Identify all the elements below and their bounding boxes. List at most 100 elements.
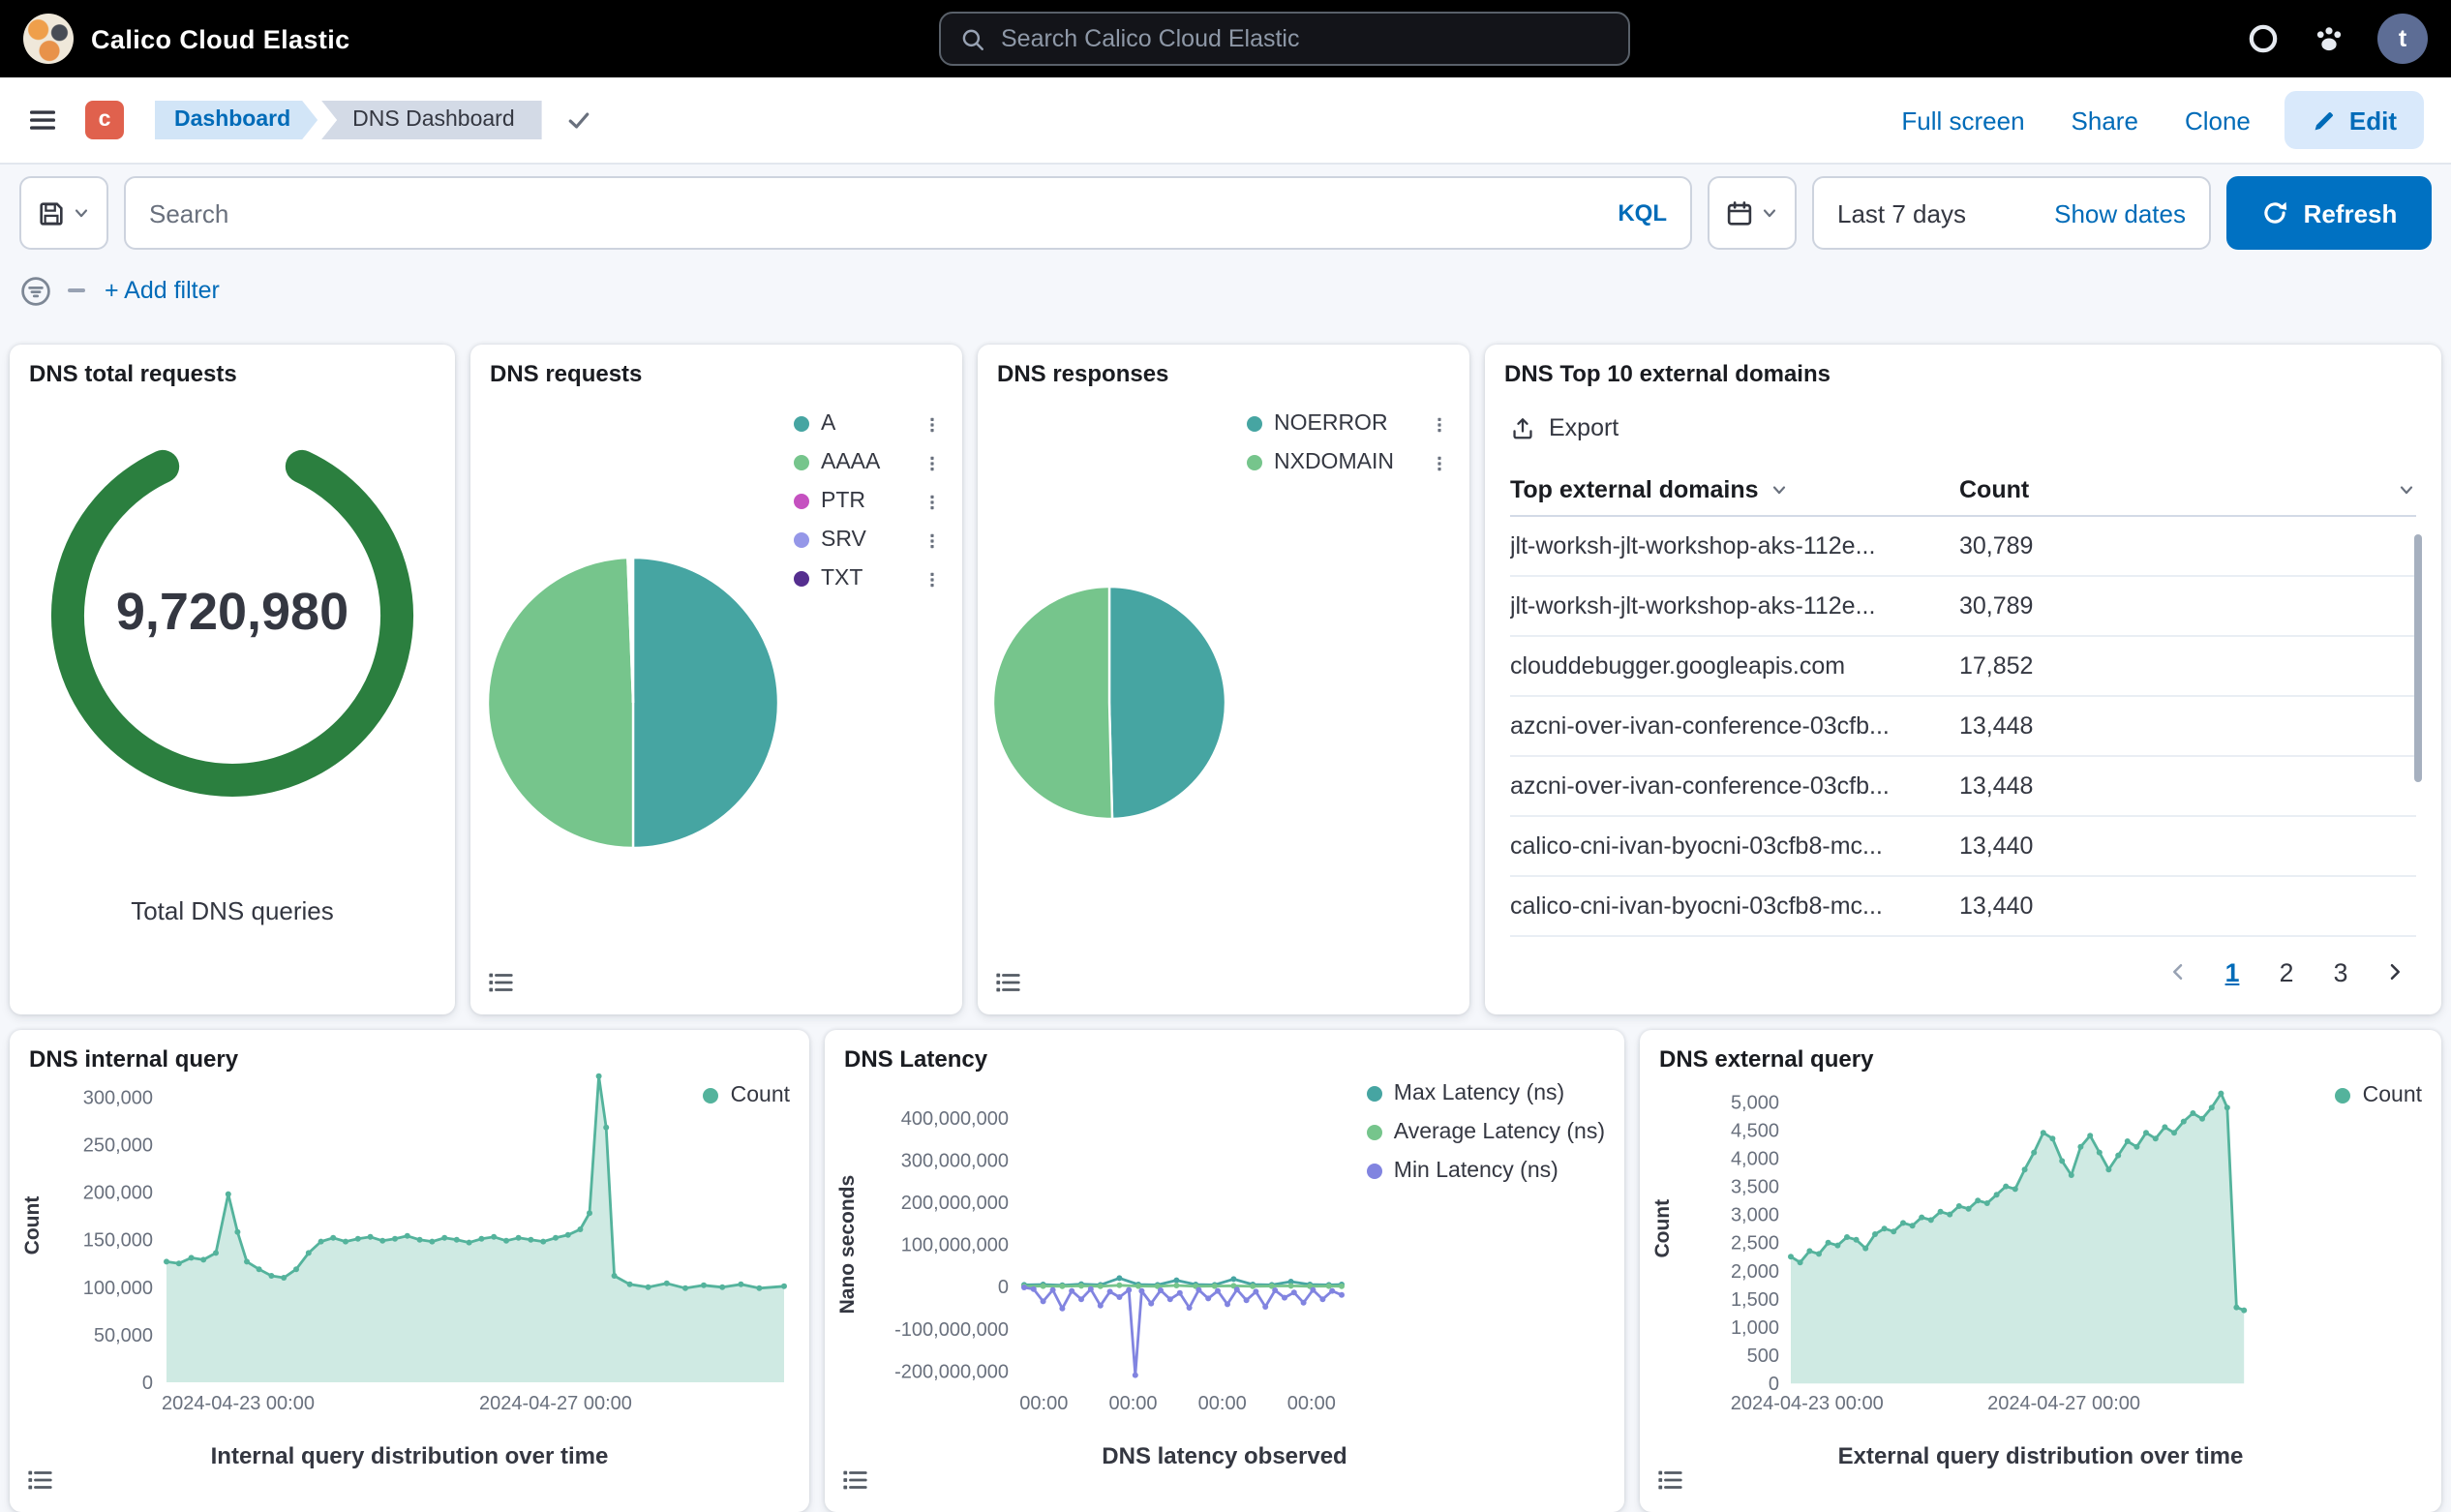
data-point [176,1260,182,1266]
pagination-page-2[interactable]: 2 [2263,949,2310,995]
list-icon-button[interactable] [486,968,515,997]
space-badge[interactable]: c [85,101,124,139]
data-point [627,1282,633,1287]
legend-item-Max Latency (ns)[interactable]: Max Latency (ns) [1367,1074,1605,1113]
series-menu-icon[interactable] [923,570,941,588]
list-icon-button[interactable] [840,1466,869,1495]
legend-item-Average Latency (ns)[interactable]: Average Latency (ns) [1367,1113,1605,1152]
kql-search-input[interactable] [149,198,1602,227]
legend-item-TXT[interactable]: TXT [794,559,941,598]
table-scrollbar[interactable] [2414,534,2422,782]
edit-button[interactable]: Edit [2285,91,2424,149]
panel-dns-external-query: DNS external query Count05001,0001,5002,… [1640,1030,2441,1512]
legend-item-Count[interactable]: Count [2336,1076,2422,1115]
time-range-value[interactable]: Last 7 days [1837,198,1966,227]
data-point [2069,1172,2074,1178]
data-point [1177,1290,1183,1296]
y-tick-label: 1,500 [1731,1289,1779,1311]
series-menu-icon[interactable] [923,531,941,549]
date-picker-button[interactable] [1708,176,1797,250]
list-icon-button[interactable] [1655,1466,1684,1495]
refresh-button[interactable]: Refresh [2226,176,2432,250]
data-point [2209,1104,2215,1110]
export-button[interactable]: Export [1510,414,1619,441]
kql-label[interactable]: KQL [1618,199,1667,227]
legend-item-A[interactable]: A [794,405,941,443]
legend-item-NXDOMAIN[interactable]: NXDOMAIN [1247,443,1448,482]
menu-icon[interactable] [27,105,58,136]
pagination-page-3[interactable]: 3 [2317,949,2364,995]
calico-logo-icon[interactable] [23,14,74,64]
legend-item-NOERROR[interactable]: NOERROR [1247,405,1448,443]
breadcrumb: Dashboard DNS Dashboard [155,101,542,139]
breadcrumb-dashboard[interactable]: Dashboard [155,101,318,139]
column-header-domains[interactable]: Top external domains [1510,476,1959,503]
kql-search-field[interactable]: KQL [124,176,1692,250]
legend-item-SRV[interactable]: SRV [794,521,941,559]
list-icon-button[interactable] [993,968,1022,997]
data-point [1173,1278,1179,1284]
share-button[interactable]: Share [2072,106,2138,135]
series-menu-icon[interactable] [1431,454,1448,471]
clone-button[interactable]: Clone [2185,106,2251,135]
paw-icon[interactable] [2312,21,2346,56]
edit-button-label: Edit [2349,106,2397,135]
global-search-input[interactable] [1001,25,1609,52]
pagination-page-1[interactable]: 1 [2209,949,2255,995]
y-tick-label: -200,000,000 [894,1361,1009,1382]
series-menu-icon[interactable] [923,493,941,510]
full-screen-button[interactable]: Full screen [1901,106,2024,135]
add-filter-button[interactable]: + Add filter [105,277,220,304]
area-chart[interactable]: Count050,000100,000150,000200,000250,000… [10,1030,809,1512]
legend-item-Min Latency (ns)[interactable]: Min Latency (ns) [1367,1152,1605,1191]
chevron-down-icon [1760,203,1779,223]
data-point [234,1229,240,1235]
global-search-box[interactable] [939,12,1630,66]
list-icon-button[interactable] [25,1466,54,1495]
legend-label: Count [731,1084,790,1107]
series-menu-icon[interactable] [923,454,941,471]
list-icon [993,968,1022,997]
data-point [516,1235,522,1241]
data-point [2059,1158,2065,1164]
data-point [612,1273,618,1279]
data-point [1326,1284,1332,1289]
pagination-next[interactable] [2372,949,2418,995]
pie-slice-A[interactable] [633,558,778,848]
data-point [1291,1289,1297,1295]
y-tick-label: 2,000 [1731,1261,1779,1283]
gauge-label: Total DNS queries [10,896,455,925]
legend-item-PTR[interactable]: PTR [794,482,941,521]
legend-item-AAAA[interactable]: AAAA [794,443,941,482]
data-point [1215,1288,1221,1294]
pie-slice-NOERROR[interactable] [1109,587,1226,819]
data-point [577,1226,583,1232]
x-axis-title: DNS latency observed [825,1442,1624,1469]
legend-item-Count[interactable]: Count [704,1076,790,1115]
data-point [244,1258,250,1264]
time-range-field[interactable]: Last 7 days Show dates [1812,176,2211,250]
breadcrumb-dns-dashboard[interactable]: DNS Dashboard [321,101,541,139]
area-chart[interactable]: Count05001,0001,5002,0002,5003,0003,5004… [1640,1030,2441,1512]
user-avatar[interactable]: t [2377,14,2428,64]
pagination-prev[interactable] [2155,949,2201,995]
ring-icon[interactable] [2246,21,2281,56]
table-row: calico-cni-ivan-byocni-03cfb8-mc...13,44… [1510,817,2416,877]
y-tick-label: 300,000 [83,1087,153,1108]
x-axis-title: Internal query distribution over time [10,1442,809,1469]
series-menu-icon[interactable] [1431,415,1448,433]
cell-count: 30,789 [1959,532,2416,559]
pie-slice-NXDOMAIN[interactable] [993,587,1112,819]
pie-slice-AAAA[interactable] [488,558,633,848]
filter-icon[interactable] [19,274,52,307]
data-point [1826,1240,1831,1246]
show-dates-button[interactable]: Show dates [2054,198,2186,227]
data-point [467,1240,472,1246]
x-tick-label: 2024-04-23 00:00 [1731,1393,1884,1414]
cell-count: 13,440 [1959,892,2416,920]
data-point [2049,1135,2055,1141]
series-menu-icon[interactable] [923,415,941,433]
column-header-count[interactable]: Count [1959,476,2416,503]
saved-query-button[interactable] [19,176,108,250]
panel-title: DNS Top 10 external domains [1504,360,1831,387]
